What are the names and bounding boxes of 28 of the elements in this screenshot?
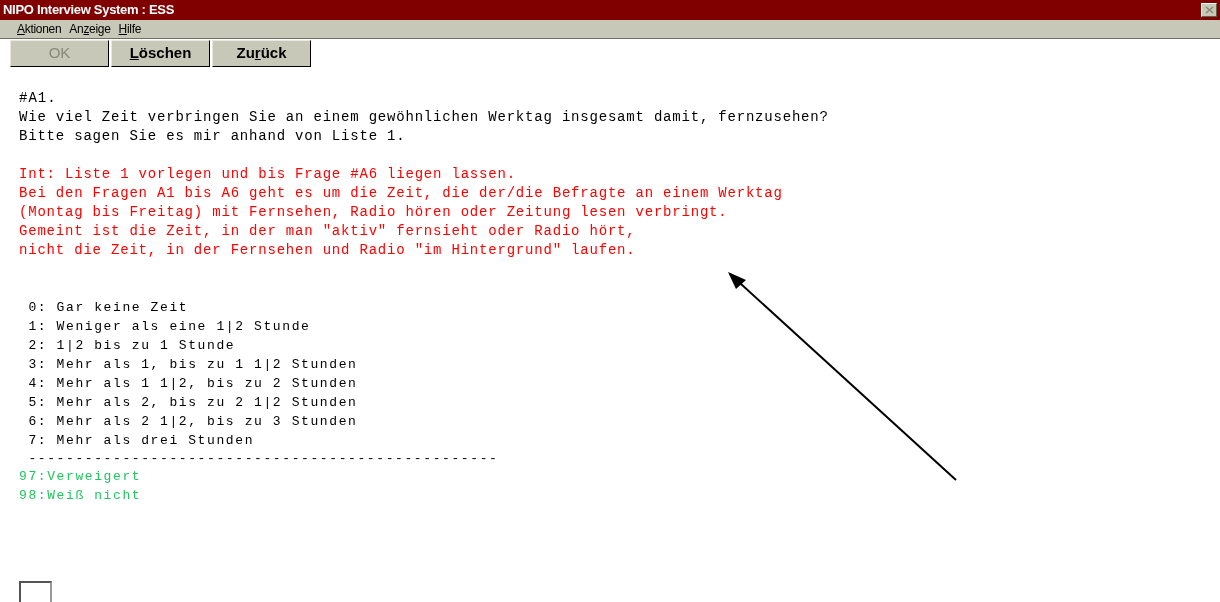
instruction-text: (Montag bis Freitag) mit Fernsehen, Radio hören oder Zeitung lesen verbringt.: [19, 202, 729, 222]
answer-option: 1: Weniger als eine 1|2 Stunde: [19, 316, 1220, 336]
instruction-text: Gemeint ist die Zeit, in der man "aktiv" fernsieht oder Radio hört,: [19, 221, 637, 241]
answer-option: 5: Mehr als 2, bis zu 2 1|2 Stunden: [19, 392, 1220, 412]
toolbar-button[interactable]: Löschen: [111, 39, 210, 67]
instruction-text: Int: Liste 1 vorlegen und bis Frage #A6 liegen lassen.: [19, 164, 517, 184]
separator-line: --------------------------------------------------: [27, 449, 500, 467]
answer-option: 0: Gar keine Zeit: [19, 297, 1220, 317]
instruction-text: nicht die Zeit, in der Fernsehen und Radio "im Hintergrund" laufen.: [19, 240, 637, 260]
window-title: NIPO Interview System : ESS: [3, 1, 175, 19]
answer-option: 3: Mehr als 1, bis zu 1 1|2 Stunden: [19, 354, 1220, 374]
question-text: Bitte sagen Sie es mir anhand von Liste 1.: [19, 126, 407, 146]
answer-option: 7: Mehr als drei Stunden: [19, 430, 1220, 450]
question-code: #A1.: [19, 88, 58, 108]
answer-input-field[interactable]: [19, 580, 52, 602]
special-answer-option: 98:Weiß nicht: [19, 485, 1220, 505]
toolbar-button[interactable]: Zurück: [212, 39, 311, 67]
answer-option: 6: Mehr als 2 1|2, bis zu 3 Stunden: [19, 411, 1220, 431]
answer-option: 4: Mehr als 1 1|2, bis zu 2 Stunden: [19, 373, 1220, 393]
special-answer-option: 97:Verweigert: [19, 466, 1220, 486]
instruction-text: Bei den Fragen A1 bis A6 geht es um die Zeit, die der/die Befragte an einem Werktag: [19, 183, 784, 203]
answer-option: 2: 1|2 bis zu 1 Stunde: [19, 335, 1220, 355]
close-button[interactable]: [1201, 2, 1217, 17]
question-text: Wie viel Zeit verbringen Sie an einem gewöhnlichen Werktag insgesamt damit, fernzusehen?: [19, 107, 830, 127]
menu-item[interactable]: Hilfe: [118, 19, 142, 38]
close-icon: [1204, 5, 1214, 14]
menu-item[interactable]: Aktionen: [17, 19, 62, 38]
menu-item[interactable]: Anzeige: [69, 19, 111, 38]
